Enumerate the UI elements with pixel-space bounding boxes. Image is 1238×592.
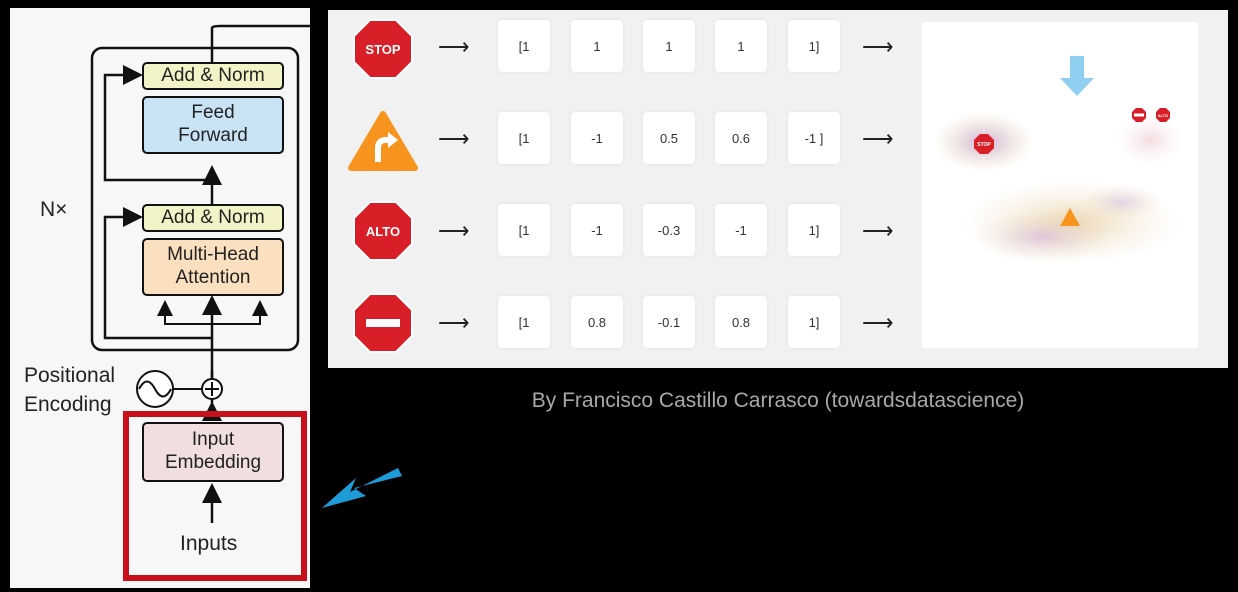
input-embedding-line1: Input — [191, 429, 235, 451]
row1-cell0: [1 — [498, 112, 550, 164]
add-norm-bottom-label: Add & Norm — [161, 206, 265, 228]
alto-sign-text: ALTO — [366, 224, 400, 239]
pos-enc-line1: Positional — [24, 364, 116, 387]
input-embedding-line2: Embedding — [164, 452, 262, 473]
row2-arrow-out: ⟶ — [862, 218, 894, 243]
stop-sign-icon: STOP — [353, 19, 413, 79]
alto-cluster — [1116, 114, 1184, 166]
row2-arrow-in: ⟶ — [438, 218, 470, 243]
row3-arrow-out: ⟶ — [862, 310, 894, 335]
row3-cell3: 0.8 — [715, 296, 767, 348]
add-norm-top-label: Add & Norm — [161, 64, 265, 86]
embedding-space-svg: STOP ALTO — [934, 56, 1184, 264]
row1-arrow-in: ⟶ — [438, 126, 470, 151]
right-turn-warning-icon — [348, 111, 418, 171]
feed-forward-line2: Forward — [178, 125, 248, 146]
mha-line1: Multi-Head — [167, 244, 259, 266]
row0-cell0: [1 — [498, 20, 550, 72]
row0-cell4: 1] — [788, 20, 840, 72]
row3-cell0: [1 — [498, 296, 550, 348]
multi-head-attention-block: Multi-Head Attention — [142, 238, 284, 296]
alto-sign-icon: ALTO — [353, 201, 413, 261]
row1-arrow-out: ⟶ — [862, 126, 894, 151]
row1-cell3: 0.6 — [715, 112, 767, 164]
encoder-block-outline — [90, 46, 300, 352]
alto-marker-text: ALTO — [1158, 113, 1169, 118]
row0-cell3: 1 — [715, 20, 767, 72]
add-norm-bottom: Add & Norm — [142, 204, 284, 232]
nx-label: N× — [40, 198, 68, 221]
row0-arrow-out: ⟶ — [862, 34, 894, 59]
row3-cell4: 1] — [788, 296, 840, 348]
row2-cell2: -0.3 — [643, 204, 695, 256]
stop-sign-text: STOP — [365, 42, 400, 57]
embedding-space-plot: STOP ALTO — [922, 22, 1198, 348]
row2-cell1: -1 — [571, 204, 623, 256]
row3-cell2: -0.1 — [643, 296, 695, 348]
row2-cell0: [1 — [498, 204, 550, 256]
feed-forward-block: Feed Forward — [142, 96, 284, 154]
row3-cell1: 0.8 — [571, 296, 623, 348]
transformer-diagram: Add & Norm Feed Forward Add & Norm Multi… — [10, 8, 310, 588]
row0-arrow-in: ⟶ — [438, 34, 470, 59]
feed-forward-line1: Feed — [191, 102, 235, 124]
positional-encoding-label: Positional Encoding — [24, 361, 115, 419]
row0-cell1: 1 — [571, 20, 623, 72]
row2-cell4: 1] — [788, 204, 840, 256]
mha-line2: Attention — [175, 267, 251, 288]
row2-cell3: -1 — [715, 204, 767, 256]
row0-cell2: 1 — [643, 20, 695, 72]
pos-enc-line2: Encoding — [24, 393, 112, 416]
stop-marker-text: STOP — [977, 142, 991, 148]
credit-caption: By Francisco Castillo Carrasco (towardsd… — [531, 389, 1025, 412]
row3-arrow-in: ⟶ — [438, 310, 470, 335]
transformer-connectors — [90, 24, 310, 581]
add-norm-top: Add & Norm — [142, 62, 284, 90]
pointer-arrow-icon — [322, 468, 402, 508]
no-entry-sign-icon — [353, 293, 413, 353]
row1-cell2: 0.5 — [643, 112, 695, 164]
row1-cell1: -1 — [571, 112, 623, 164]
input-embedding-block: Input Embedding — [142, 422, 284, 482]
down-arrow-icon — [1060, 56, 1094, 96]
row1-cell4: -1 ] — [788, 112, 840, 164]
inputs-label: Inputs — [180, 532, 238, 555]
